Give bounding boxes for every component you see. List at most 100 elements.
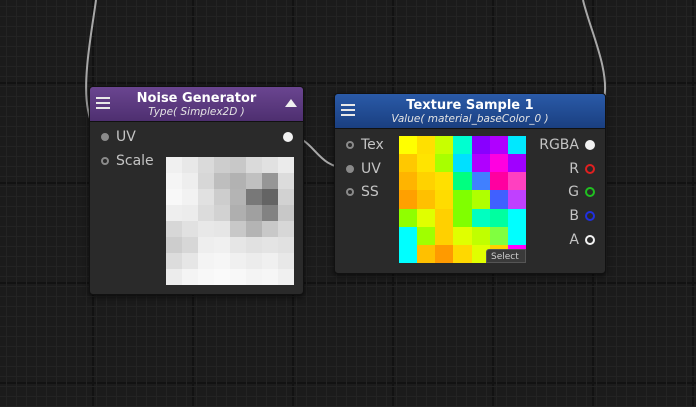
noise-preview-image	[166, 157, 294, 285]
noise-preview-pixel	[198, 205, 214, 221]
noise-preview-pixel	[230, 221, 246, 237]
noise-preview-pixel	[182, 173, 198, 189]
noise-preview-pixel	[214, 221, 230, 237]
b-output-port[interactable]	[585, 211, 595, 221]
noise-preview-pixel	[198, 253, 214, 269]
noise-preview-pixel	[214, 189, 230, 205]
noise-preview-pixel	[166, 221, 182, 237]
select-texture-button[interactable]: Select	[486, 249, 526, 263]
noise-preview-pixel	[246, 189, 262, 205]
noise-preview-pixel	[278, 205, 294, 221]
noise-preview-pixel	[262, 205, 278, 221]
texture-preview-pixel	[471, 226, 490, 245]
texture-preview-pixel	[507, 226, 526, 245]
scale-input-port[interactable]	[101, 157, 109, 165]
noise-preview-pixel	[230, 189, 246, 205]
texture-preview-pixel	[453, 244, 472, 263]
noise-preview-pixel	[214, 237, 230, 253]
noise-preview-pixel	[230, 253, 246, 269]
texture-preview-pixel	[399, 154, 418, 173]
noise-preview-pixel	[166, 157, 182, 173]
texture-preview-pixel	[435, 226, 454, 245]
rgba-output-port[interactable]	[585, 140, 595, 150]
texture-preview-pixel	[489, 172, 508, 191]
texture-preview-pixel	[417, 226, 436, 245]
texture-preview-pixel	[399, 172, 418, 191]
texture-preview-pixel	[489, 154, 508, 173]
uv-input-label: UV	[116, 129, 136, 145]
a-output-port[interactable]	[585, 235, 595, 245]
noise-preview-pixel	[262, 253, 278, 269]
noise-preview-pixel	[166, 173, 182, 189]
texture-preview-pixel	[453, 172, 472, 191]
ss-input-label: SS	[361, 184, 379, 200]
noise-preview-pixel	[246, 269, 262, 285]
ss-input-port[interactable]	[346, 188, 354, 196]
texture-node-header[interactable]: Texture Sample 1 Value( material_baseCol…	[335, 94, 605, 129]
noise-preview-pixel	[262, 269, 278, 285]
g-output-port[interactable]	[585, 187, 595, 197]
node-title: Texture Sample 1	[406, 98, 534, 113]
texture-preview-pixel	[435, 190, 454, 209]
noise-preview-pixel	[198, 221, 214, 237]
texture-preview-pixel	[453, 154, 472, 173]
tex-input-port[interactable]	[346, 141, 354, 149]
noise-preview-pixel	[214, 253, 230, 269]
texture-preview-pixel	[435, 154, 454, 173]
texture-preview-pixel	[471, 154, 490, 173]
texture-preview-pixel	[399, 136, 418, 155]
noise-preview-pixel	[182, 269, 198, 285]
noise-preview-pixel	[246, 253, 262, 269]
texture-preview-pixel	[399, 226, 418, 245]
texture-preview-pixel	[471, 208, 490, 227]
texture-preview-pixel	[471, 172, 490, 191]
r-output-port[interactable]	[585, 164, 595, 174]
noise-preview-pixel	[198, 189, 214, 205]
uv-input-port[interactable]	[101, 133, 109, 141]
uv-input-port[interactable]	[346, 165, 354, 173]
noise-preview-pixel	[230, 173, 246, 189]
texture-preview-pixel	[417, 244, 436, 263]
noise-preview-pixel	[198, 157, 214, 173]
texture-preview-pixel	[435, 172, 454, 191]
texture-preview-pixel	[417, 136, 436, 155]
texture-preview-pixel	[417, 172, 436, 191]
noise-preview-pixel	[278, 237, 294, 253]
texture-preview-pixel	[507, 208, 526, 227]
r-output-label: R	[569, 161, 579, 177]
noise-preview-pixel	[182, 205, 198, 221]
noise-preview-pixel	[262, 189, 278, 205]
texture-preview-pixel	[453, 208, 472, 227]
texture-sample-node[interactable]: Texture Sample 1 Value( material_baseCol…	[334, 93, 606, 274]
noise-preview-pixel	[278, 221, 294, 237]
texture-preview-pixel	[507, 136, 526, 155]
b-output-label: B	[569, 208, 579, 224]
noise-generator-node[interactable]: Noise Generator Type( Simplex2D ) UV Sca…	[89, 86, 304, 295]
texture-preview-pixel	[489, 208, 508, 227]
noise-preview-pixel	[230, 157, 246, 173]
noise-preview-pixel	[246, 237, 262, 253]
node-subtitle: Type( Simplex2D )	[148, 106, 245, 118]
uv-input-label: UV	[361, 161, 381, 177]
texture-preview-pixel	[489, 136, 508, 155]
noise-preview-pixel	[182, 237, 198, 253]
texture-preview-pixel	[471, 190, 490, 209]
noise-preview-pixel	[198, 269, 214, 285]
texture-preview-pixel	[435, 136, 454, 155]
noise-preview-pixel	[166, 205, 182, 221]
texture-preview-pixel	[399, 190, 418, 209]
noise-output-port[interactable]	[283, 132, 293, 142]
noise-preview-pixel	[246, 221, 262, 237]
collapse-triangle-icon[interactable]	[285, 99, 297, 107]
noise-preview-pixel	[198, 237, 214, 253]
noise-preview-pixel	[230, 237, 246, 253]
texture-preview-pixel	[471, 136, 490, 155]
texture-preview-pixel	[489, 226, 508, 245]
noise-preview-pixel	[278, 157, 294, 173]
texture-preview-pixel	[417, 154, 436, 173]
noise-preview-pixel	[262, 237, 278, 253]
noise-preview-pixel	[166, 269, 182, 285]
texture-preview-pixel	[399, 208, 418, 227]
noise-node-header[interactable]: Noise Generator Type( Simplex2D )	[90, 87, 303, 122]
texture-preview-pixel	[507, 154, 526, 173]
